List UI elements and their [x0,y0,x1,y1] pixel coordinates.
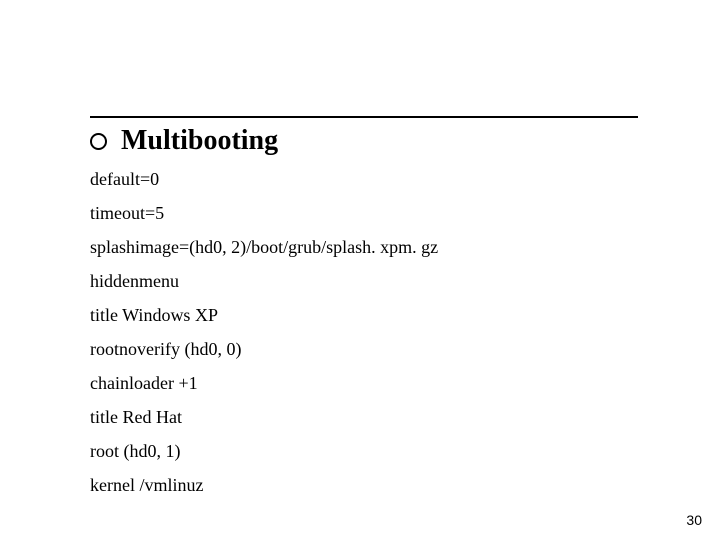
config-line-kernel: kernel /vmlinuz [90,476,638,494]
body-text: default=0 timeout=5 splashimage=(hd0, 2)… [90,170,638,510]
horizontal-rule [90,116,638,118]
config-line-title-windows: title Windows XP [90,306,638,324]
config-line-timeout: timeout=5 [90,204,638,222]
config-line-hiddenmenu: hiddenmenu [90,272,638,290]
slide: Multibooting default=0 timeout=5 splashi… [0,0,720,540]
config-line-splashimage: splashimage=(hd0, 2)/boot/grub/splash. x… [90,238,638,256]
config-line-chainloader: chainloader +1 [90,374,638,392]
config-line-rootnoverify: rootnoverify (hd0, 0) [90,340,638,358]
config-line-default: default=0 [90,170,638,188]
title-row: Multibooting [90,127,278,155]
slide-title: Multibooting [121,127,278,155]
config-line-title-redhat: title Red Hat [90,408,638,426]
config-line-root: root (hd0, 1) [90,442,638,460]
circle-bullet-icon [90,133,107,150]
page-number: 30 [686,512,702,528]
